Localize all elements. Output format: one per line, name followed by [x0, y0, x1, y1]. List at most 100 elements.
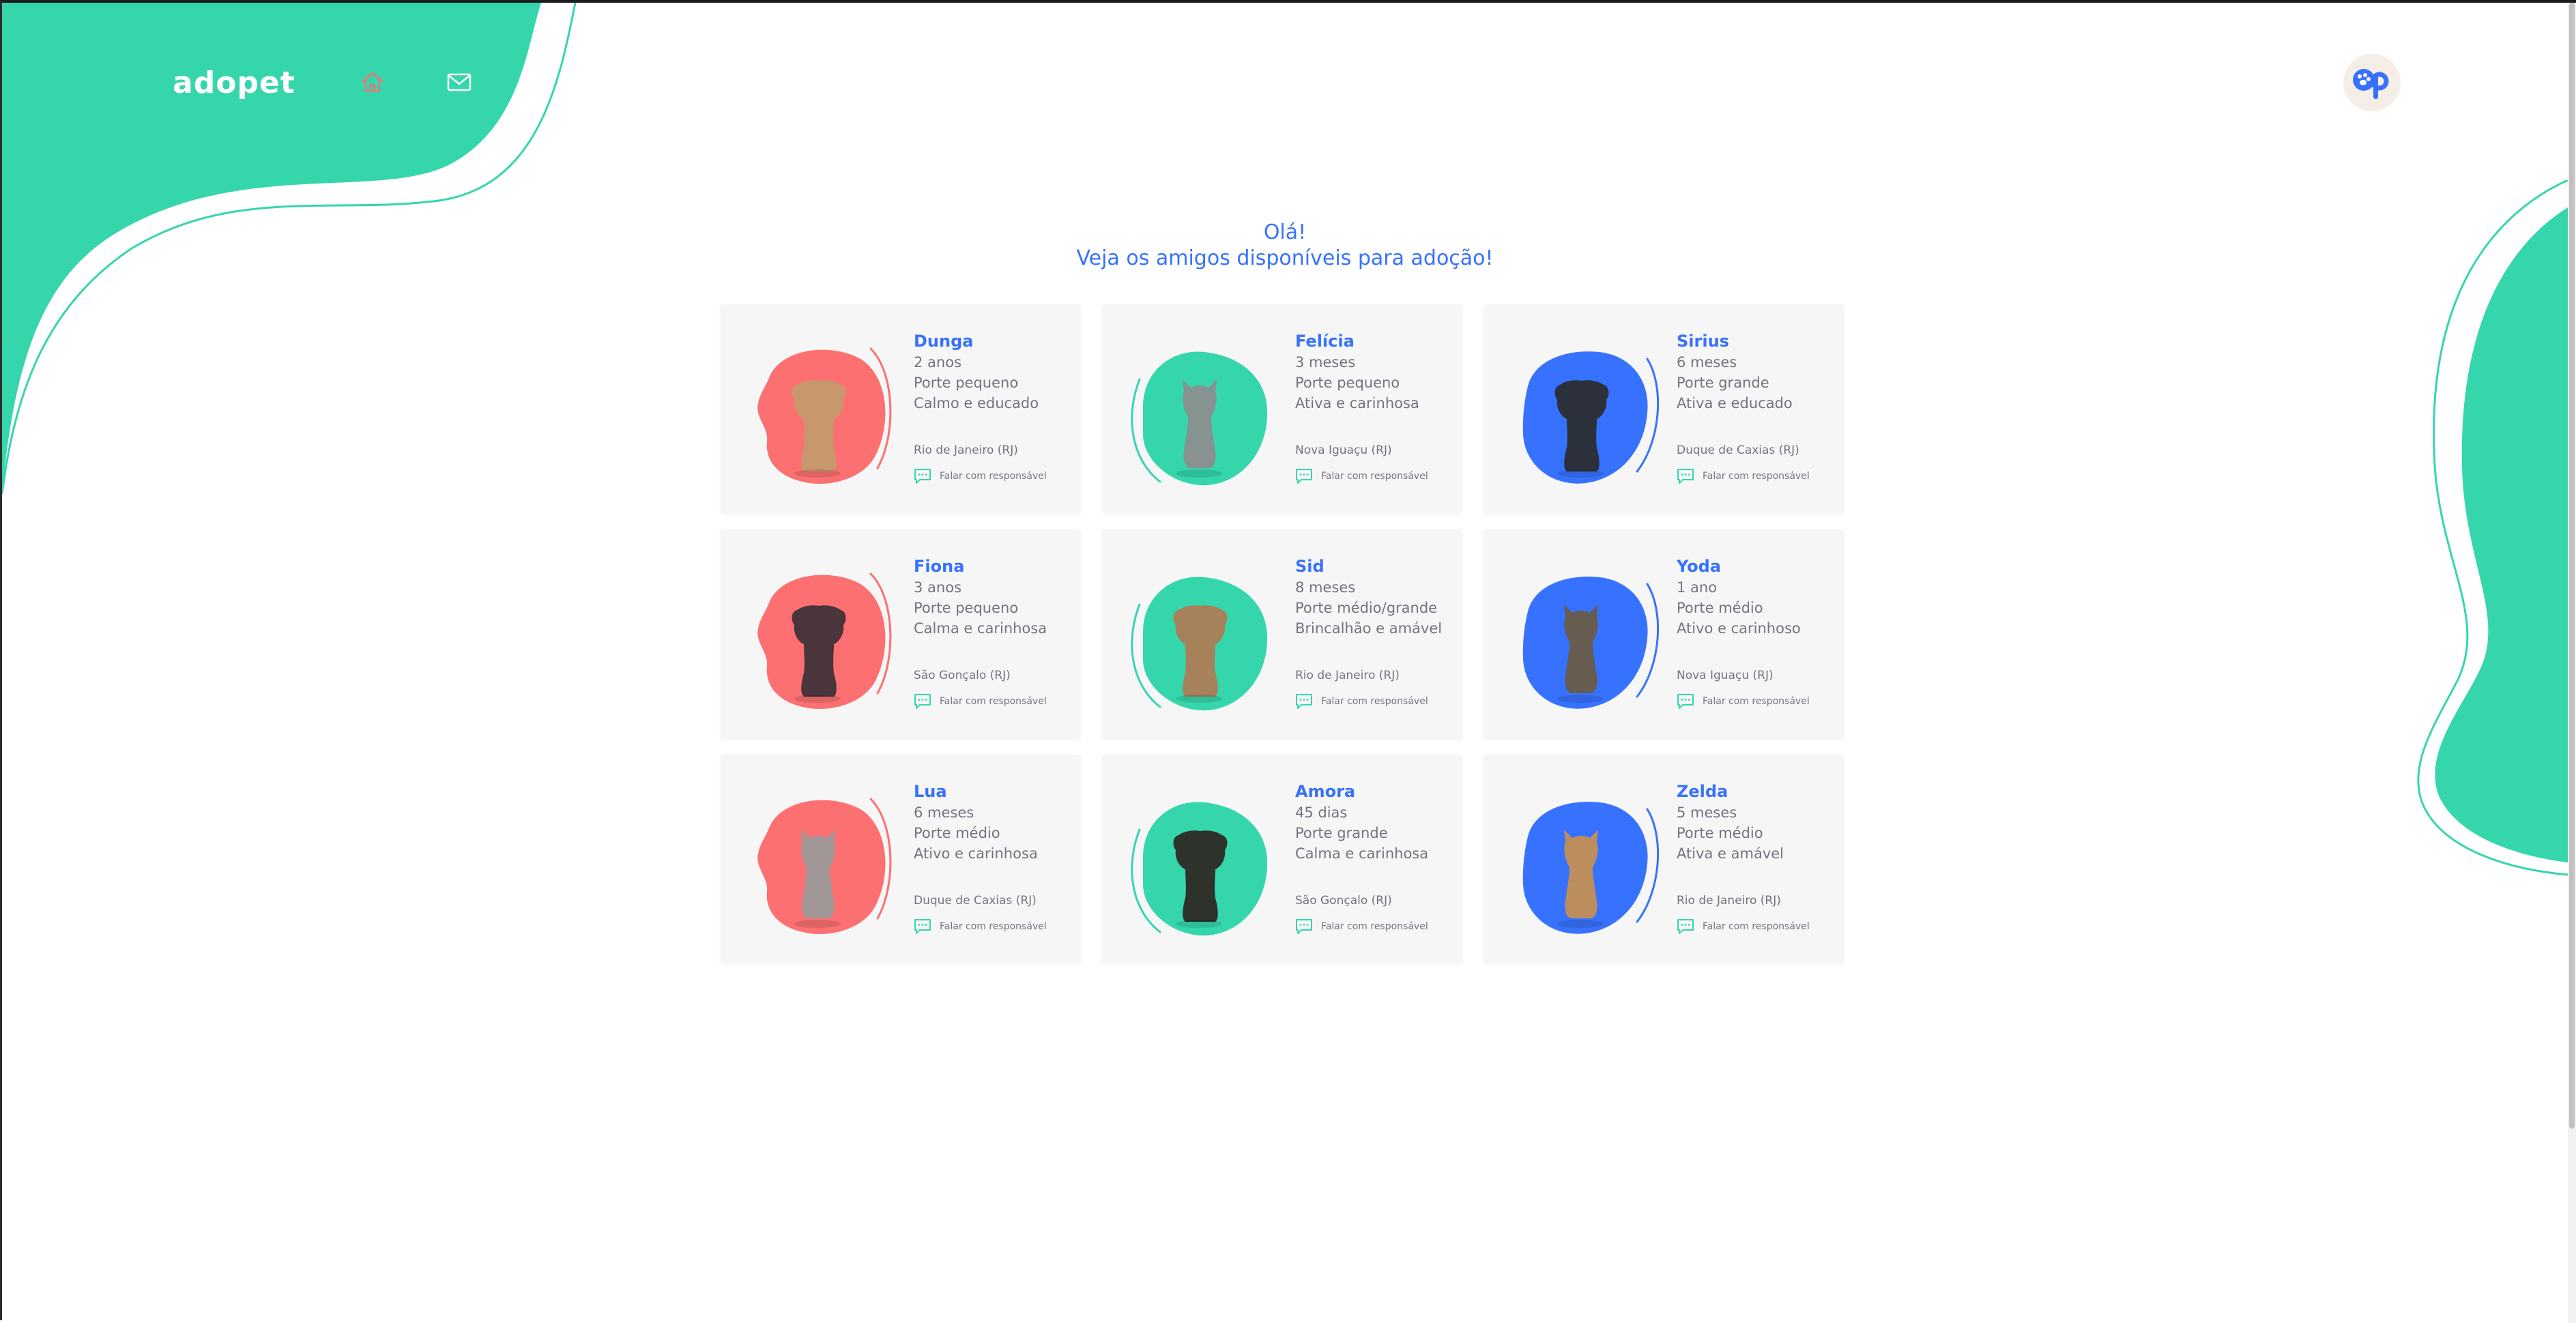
scrollbar[interactable]: [2568, 3, 2576, 1323]
chat-icon: [1677, 469, 1694, 484]
pet-photo: [1522, 351, 1660, 484]
pet-age: 45 dias: [1295, 804, 1348, 821]
pet-shadow: [1176, 920, 1222, 928]
scrollbar-thumb[interactable]: [2569, 3, 2575, 1129]
pet-shadow: [794, 695, 841, 703]
greeting-line-1: Olá!: [1263, 220, 1307, 244]
contact-owner-label: Falar com responsável: [940, 696, 1047, 707]
pet-card[interactable]: Dunga 2 anos Porte pequeno Calmo e educa…: [721, 304, 1081, 513]
contact-owner-label: Falar com responsável: [1703, 696, 1810, 707]
pet-city: Rio de Janeiro (RJ): [1677, 894, 1781, 907]
pet-age: 5 meses: [1677, 804, 1737, 821]
pet-shadow: [1176, 695, 1222, 703]
pet-size: Porte pequeno: [914, 375, 1019, 391]
pet-card[interactable]: Amora 45 dias Porte grande Calma e carin…: [1102, 755, 1462, 963]
pet-info: Felícia 3 meses Porte pequeno Ativa e ca…: [1295, 330, 1456, 413]
user-avatar[interactable]: [2343, 54, 2401, 111]
contact-owner-link[interactable]: Falar com responsável: [1677, 468, 1810, 484]
pet-city: Nova Iguaçu (RJ): [1295, 444, 1392, 457]
pet-city: Duque de Caxias (RJ): [1677, 444, 1799, 457]
greeting-line-2: Veja os amigos disponíveis para adoção!: [1076, 246, 1494, 270]
pet-card[interactable]: Lua 6 meses Porte médio Ativo e carinhos…: [721, 755, 1081, 963]
pet-card[interactable]: Fiona 3 anos Porte pequeno Calma e carin…: [721, 529, 1081, 738]
pet-shadow: [1176, 469, 1222, 478]
contact-owner-link[interactable]: Falar com responsável: [1677, 918, 1810, 935]
pet-city: Rio de Janeiro (RJ): [1295, 669, 1400, 682]
pet-photo: [1131, 577, 1268, 711]
pet-size: Porte pequeno: [1295, 375, 1400, 391]
pet-age: 6 meses: [914, 804, 974, 821]
chat-icon: [1677, 919, 1694, 934]
contact-owner-label: Falar com responsável: [1321, 696, 1428, 707]
pet-photo: [1131, 802, 1268, 936]
pet-grid: Dunga 2 anos Porte pequeno Calmo e educa…: [721, 304, 1844, 963]
greeting: Olá! Veja os amigos disponíveis para ado…: [2, 220, 2568, 272]
chat-icon: [914, 469, 931, 484]
pet-photo: [1522, 802, 1660, 934]
chat-icon: [914, 919, 931, 934]
pet-info: Fiona 3 anos Porte pequeno Calma e carin…: [914, 555, 1074, 639]
pet-age: 3 anos: [914, 579, 962, 596]
pet-temperament: Ativa e educado: [1677, 395, 1793, 411]
pet-name[interactable]: Fiona: [914, 555, 1074, 577]
contact-owner-link[interactable]: Falar com responsável: [1295, 468, 1428, 484]
pet-card[interactable]: Sirius 6 meses Porte grande Ativa e educ…: [1484, 304, 1844, 513]
contact-owner-link[interactable]: Falar com responsável: [914, 468, 1047, 484]
pet-shadow: [794, 469, 841, 478]
pet-info: Sid 8 meses Porte médio/grande Brincalhã…: [1295, 555, 1456, 639]
contact-owner-link[interactable]: Falar com responsável: [914, 918, 1047, 935]
contact-owner-link[interactable]: Falar com responsável: [1677, 693, 1810, 710]
contact-owner-label: Falar com responsável: [940, 471, 1047, 482]
pet-size: Porte médio: [914, 825, 1000, 841]
pet-card[interactable]: Sid 8 meses Porte médio/grande Brincalhã…: [1102, 529, 1462, 738]
mail-icon[interactable]: [446, 68, 473, 96]
pet-size: Porte grande: [1295, 825, 1388, 841]
pet-name[interactable]: Sirius: [1677, 330, 1837, 352]
pet-shadow: [1557, 695, 1604, 703]
contact-owner-link[interactable]: Falar com responsável: [1295, 693, 1428, 710]
pet-city: Rio de Janeiro (RJ): [914, 444, 1018, 457]
pet-temperament: Calma e carinhosa: [914, 620, 1047, 637]
pet-city: Nova Iguaçu (RJ): [1677, 669, 1774, 682]
chat-icon: [1677, 694, 1694, 709]
pet-card[interactable]: Zelda 5 meses Porte médio Ativa e amável…: [1484, 755, 1844, 963]
pet-photo: [1131, 351, 1268, 486]
pet-shadow: [1557, 469, 1604, 478]
pet-name[interactable]: Felícia: [1295, 330, 1456, 352]
contact-owner-label: Falar com responsável: [1321, 471, 1428, 482]
contact-owner-label: Falar com responsável: [1703, 921, 1810, 932]
pet-size: Porte médio: [1677, 825, 1763, 841]
pet-shadow: [794, 920, 841, 928]
pet-name[interactable]: Yoda: [1677, 555, 1837, 577]
pet-info: Sirius 6 meses Porte grande Ativa e educ…: [1677, 330, 1837, 413]
pet-name[interactable]: Zelda: [1677, 781, 1837, 802]
contact-owner-label: Falar com responsável: [1321, 921, 1428, 932]
pet-card[interactable]: Yoda 1 ano Porte médio Ativo e carinhoso…: [1484, 529, 1844, 738]
contact-owner-link[interactable]: Falar com responsável: [1295, 918, 1428, 935]
pet-info: Zelda 5 meses Porte médio Ativa e amável: [1677, 781, 1837, 864]
pet-age: 1 ano: [1677, 579, 1718, 596]
pet-size: Porte médio/grande: [1295, 600, 1438, 616]
pet-photo: [757, 347, 892, 484]
pet-name[interactable]: Amora: [1295, 781, 1456, 802]
pet-name[interactable]: Lua: [914, 781, 1074, 802]
home-icon[interactable]: [359, 68, 386, 96]
pet-photo: [757, 798, 892, 934]
contact-owner-label: Falar com responsável: [1703, 471, 1810, 482]
pet-name[interactable]: Dunga: [914, 330, 1074, 352]
pet-temperament: Ativo e carinhoso: [1677, 620, 1801, 637]
pet-info: Dunga 2 anos Porte pequeno Calmo e educa…: [914, 330, 1074, 413]
pet-card[interactable]: Felícia 3 meses Porte pequeno Ativa e ca…: [1102, 304, 1462, 513]
pet-temperament: Brincalhão e amável: [1295, 620, 1443, 637]
pet-age: 8 meses: [1295, 579, 1356, 596]
pet-size: Porte médio: [1677, 600, 1763, 616]
chat-icon: [1296, 694, 1312, 709]
pet-temperament: Calmo e educado: [914, 395, 1039, 411]
pet-info: Lua 6 meses Porte médio Ativo e carinhos…: [914, 781, 1074, 864]
adopet-logo[interactable]: adopet: [173, 66, 295, 100]
contact-owner-link[interactable]: Falar com responsável: [914, 693, 1047, 710]
chat-icon: [1296, 469, 1312, 484]
pet-name[interactable]: Sid: [1295, 555, 1456, 577]
pet-age: 3 meses: [1295, 354, 1356, 370]
pet-shadow: [1557, 920, 1604, 928]
